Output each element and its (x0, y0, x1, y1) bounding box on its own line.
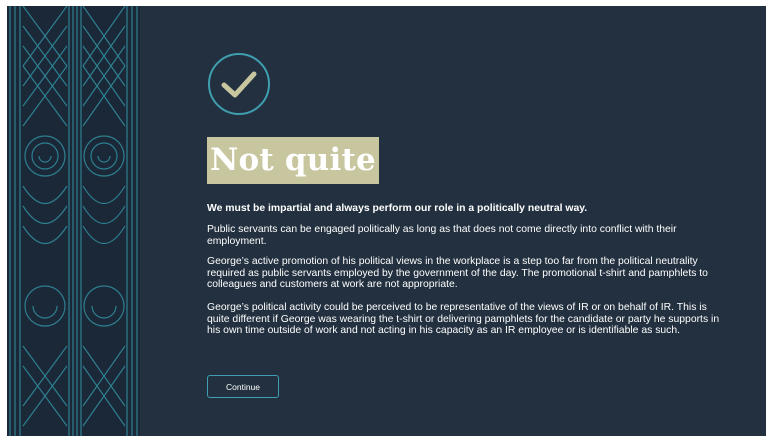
feedback-paragraph-2: George’s active promotion of his politic… (207, 256, 708, 291)
result-title: Not quite (210, 142, 376, 178)
result-title-highlight: Not quite (207, 137, 379, 184)
feedback-content: Not quite We must be impartial and alway… (207, 6, 737, 436)
kowhaiwhai-pattern-icon (9, 6, 138, 436)
continue-button[interactable]: Continue (207, 375, 279, 398)
feedback-paragraph-1: Public servants can be engaged political… (207, 224, 677, 247)
check-circle-icon (207, 52, 271, 116)
decorative-pattern-panel (7, 6, 140, 436)
lead-statement: We must be impartial and always perform … (207, 203, 588, 214)
feedback-screen: Not quite We must be impartial and alway… (7, 6, 766, 436)
feedback-paragraph-3: George’s political activity could be per… (207, 302, 720, 337)
